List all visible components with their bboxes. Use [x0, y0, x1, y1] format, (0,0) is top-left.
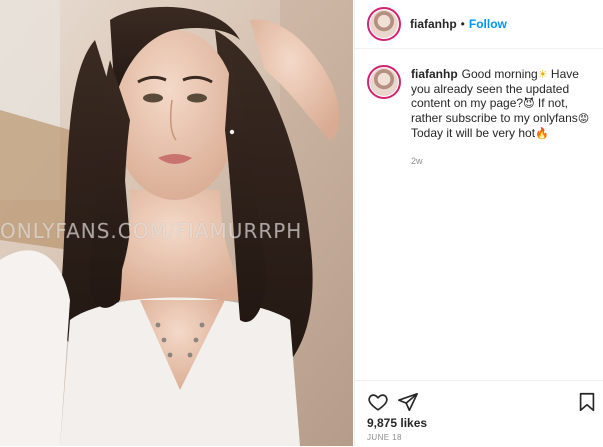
follow-button[interactable]: Follow	[469, 17, 507, 31]
angry-face-emoji: 😡	[577, 112, 590, 125]
caption-avatar[interactable]	[367, 65, 401, 99]
post-header: fiafanhp • Follow	[355, 0, 603, 49]
paper-plane-icon[interactable]	[397, 391, 419, 413]
heart-icon[interactable]	[367, 391, 389, 413]
caption-time-ago[interactable]: 2w	[411, 156, 591, 166]
post-photo[interactable]: ONLYFANS.COM/FIAMURRPH	[0, 0, 353, 446]
avatar-image	[370, 10, 398, 38]
post-caption: fiafanhp Good morning☀ Have you already s…	[355, 49, 603, 166]
likes-count[interactable]: 9,875 likes	[367, 416, 427, 430]
fire-emoji: 🔥	[535, 127, 549, 140]
post-date[interactable]: JUNE 18	[367, 433, 402, 442]
caption-segment: Good morning	[461, 67, 538, 81]
sun-emoji: ☀	[537, 68, 548, 81]
photo-watermark: ONLYFANS.COM/FIAMURRPH	[0, 219, 303, 243]
username-link[interactable]: fiafanhp	[410, 17, 457, 31]
caption-text: fiafanhp Good morning☀ Have you already s…	[411, 67, 591, 141]
avatar[interactable]	[367, 7, 401, 41]
caption-username-link[interactable]: fiafanhp	[411, 67, 458, 81]
caption-segment: Today it will be very hot	[411, 126, 536, 140]
devil-emoji: 😈	[523, 97, 535, 110]
caption-body: fiafanhp Good morning☀ Have you already s…	[411, 67, 591, 166]
post-side-panel: fiafanhp • Follow fiafanhp Good morning☀ …	[354, 0, 603, 446]
separator-dot: •	[460, 17, 465, 31]
instagram-post: ONLYFANS.COM/FIAMURRPH fiafanhp • Follow…	[0, 0, 603, 446]
avatar-image	[370, 68, 398, 96]
bookmark-icon[interactable]	[576, 391, 598, 413]
